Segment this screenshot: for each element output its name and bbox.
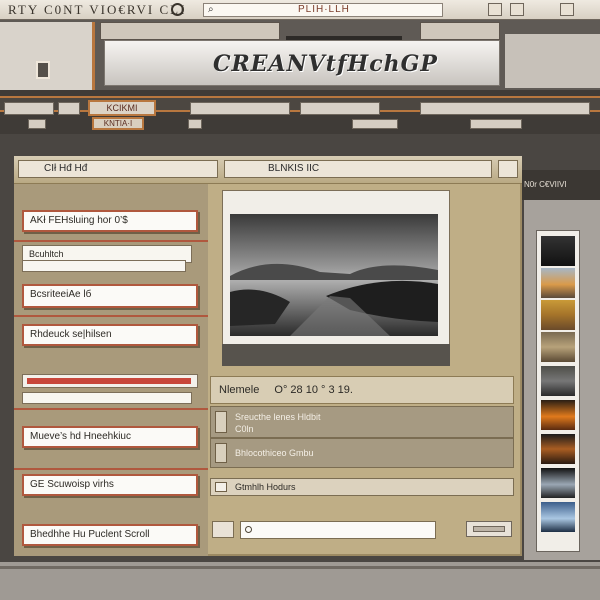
window-button-1[interactable] xyxy=(488,3,502,16)
toolbar-chip-4[interactable] xyxy=(470,119,522,129)
window-button-3[interactable] xyxy=(560,3,574,16)
thumbnail-1[interactable] xyxy=(541,236,575,266)
field-tags[interactable]: GE Scuwoisp virhs xyxy=(22,474,198,496)
meta-line-2: C0ln xyxy=(235,424,254,434)
toolbar-chip-1[interactable] xyxy=(28,119,46,129)
bottom-bar xyxy=(0,562,600,600)
status-icon[interactable] xyxy=(215,482,227,492)
dialog-header-label: CIł Hđ Hđ xyxy=(44,163,88,174)
preview-footer xyxy=(222,344,450,366)
thumbnail-3[interactable] xyxy=(541,300,575,330)
toolbar: KCIKMI KNTIA·I xyxy=(0,90,600,134)
bottom-button[interactable] xyxy=(466,521,512,537)
left-divider-1 xyxy=(14,240,208,242)
brand-plate: CREANVtfHchGP xyxy=(104,40,500,86)
right-title-panel xyxy=(505,34,600,88)
dotted-field[interactable] xyxy=(22,392,192,404)
search-text: PLIH·LLH xyxy=(298,4,350,15)
title-tab-2[interactable] xyxy=(420,22,500,40)
toolbar-chip-3[interactable] xyxy=(352,119,398,129)
dialog-header-label-2: BLNKIS IIC xyxy=(268,163,320,174)
left-divider-2 xyxy=(14,315,208,317)
thumbnail-7[interactable] xyxy=(541,434,575,464)
bottom-input[interactable] xyxy=(240,521,436,539)
status-text: Gtmhlh Hodurs xyxy=(235,482,296,492)
title-tab-1[interactable] xyxy=(100,22,280,40)
field-category[interactable]: Mueve’s hd Hneehkiuc xyxy=(22,426,198,448)
thumbnail-8[interactable] xyxy=(541,468,575,498)
color-bar-fill xyxy=(27,378,191,384)
field-scroll[interactable]: Bhedhhe Hu Puclent Scroll xyxy=(22,524,198,546)
toolbar-label-1[interactable]: KCIKMI xyxy=(88,100,156,116)
toolbar-field-4[interactable] xyxy=(300,102,380,115)
left-title-panel xyxy=(0,22,95,90)
thumbnail-6[interactable] xyxy=(541,400,575,430)
dialog-header-box-3[interactable] xyxy=(498,160,518,178)
field-description[interactable]: BcsriteeiAe lб xyxy=(22,284,198,308)
menu-bar: RTY C0NT VIO€RVI CLI ⌕ PLIH·LLH xyxy=(0,0,600,20)
toolbar-field-3[interactable] xyxy=(190,102,290,115)
preview-image[interactable] xyxy=(230,214,438,336)
thumbnail-9[interactable] xyxy=(541,502,575,532)
toolbar-strip: KCIKMI xyxy=(0,96,600,116)
location-icon[interactable] xyxy=(215,443,227,463)
toolbar-field-1[interactable] xyxy=(4,102,54,115)
meta-line-1: Sreucthe lenes Hldbit xyxy=(235,412,321,422)
search-icon: ⌕ xyxy=(208,4,214,15)
landscape-image xyxy=(230,214,438,336)
toolbar-chip-2[interactable] xyxy=(188,119,202,129)
dimensions-values[interactable]: O° 28 10 ° 3 19. xyxy=(274,384,353,396)
field-title[interactable]: AKł FEHsluing hor 0’$ xyxy=(22,210,198,232)
input-circle-icon xyxy=(245,526,252,533)
dimensions-label: Nlemele xyxy=(219,384,260,396)
lock-icon[interactable] xyxy=(36,61,50,79)
field-keywords[interactable]: Rhdeuck se|hilsen xyxy=(22,324,198,346)
right-bar: N0r C€VIIVI xyxy=(522,170,600,200)
thumbnail-2[interactable] xyxy=(541,268,575,298)
top-search-field[interactable]: ⌕ PLIH·LLH xyxy=(203,3,443,17)
bottom-line xyxy=(0,566,600,569)
button-bar xyxy=(473,526,505,532)
left-divider-3 xyxy=(14,408,208,410)
brand-title: CREANVtfHchGP xyxy=(213,51,438,77)
location-text: Bhlocothiceo Gmbu xyxy=(235,448,314,458)
left-divider-4 xyxy=(14,468,208,470)
info-row-dimensions: Nlemele O° 28 10 ° 3 19. xyxy=(210,376,514,404)
color-bar[interactable] xyxy=(22,374,198,388)
toolbar-label-2[interactable]: KNTIA·I xyxy=(92,117,144,130)
dialog-header-box-2[interactable] xyxy=(224,160,492,178)
toolbar-row-2: KNTIA·I xyxy=(0,116,600,132)
info-row-meta: Sreucthe lenes Hldbit C0ln xyxy=(210,406,514,438)
window-button-2[interactable] xyxy=(510,3,524,16)
field-subtitle-bar[interactable] xyxy=(22,260,186,272)
toolbar-field-5[interactable] xyxy=(420,102,590,115)
circle-icon[interactable] xyxy=(171,3,184,16)
menu-text[interactable]: RTY C0NT VIO€RVI CLI xyxy=(8,2,186,18)
info-row-location: Bhlocothiceo Gmbu xyxy=(210,438,514,468)
toolbar-field-2[interactable] xyxy=(58,102,80,115)
info-row-status: Gtmhlh Hodurs xyxy=(210,478,514,496)
meta-icon[interactable] xyxy=(215,411,227,433)
right-bar-label: N0r C€VIIVI xyxy=(524,180,567,189)
thumbnail-4[interactable] xyxy=(541,332,575,362)
thumbnail-5[interactable] xyxy=(541,366,575,396)
attach-icon[interactable] xyxy=(212,521,234,538)
